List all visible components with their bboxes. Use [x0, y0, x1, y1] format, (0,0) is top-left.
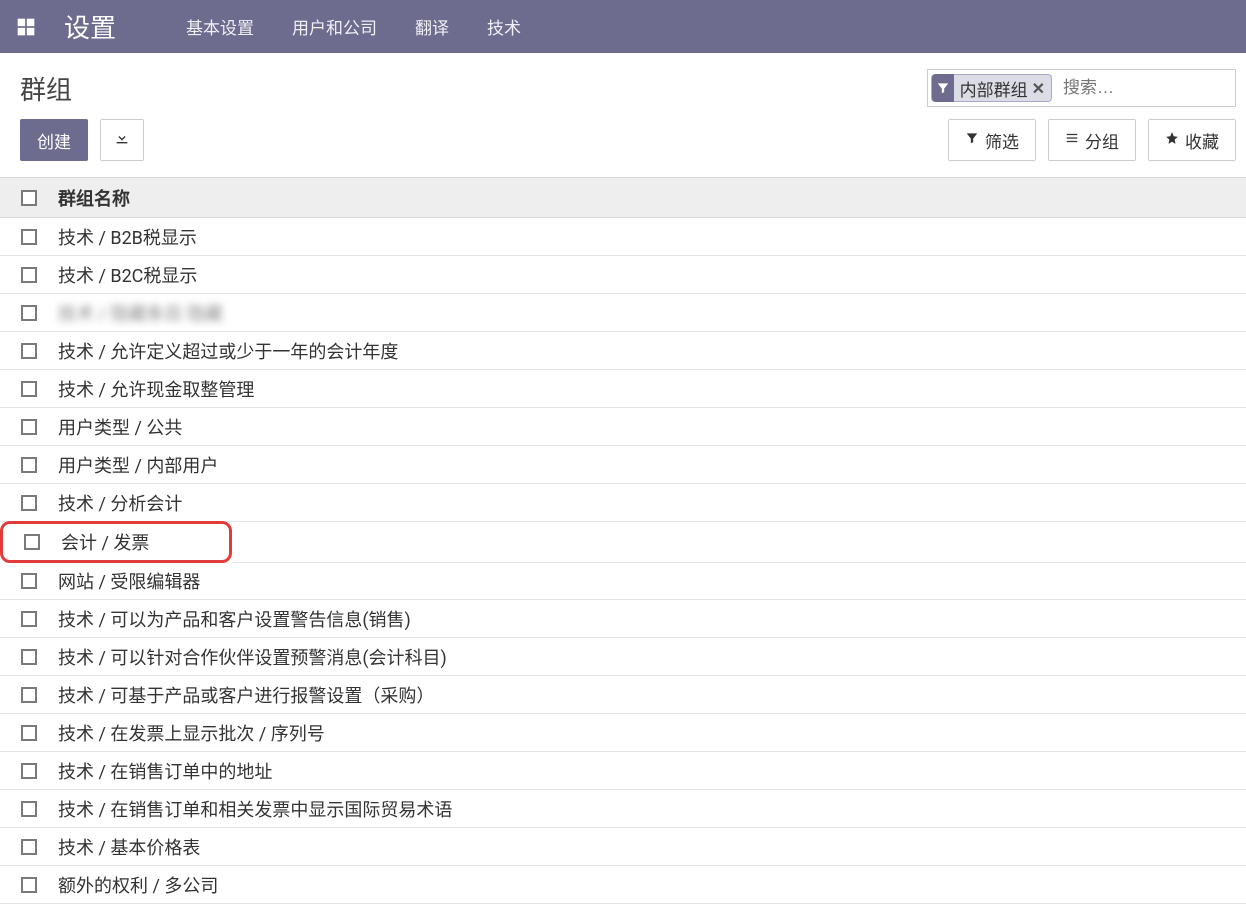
row-checkbox[interactable] [21, 495, 37, 511]
row-name[interactable]: 会计 / 发票 [61, 529, 149, 555]
column-header-name[interactable]: 群组名称 [58, 185, 130, 211]
row-checkbox[interactable] [21, 419, 37, 435]
row-name[interactable]: 技术 / 允许现金取整管理 [58, 376, 254, 402]
table-body: 技术 / B2B税显示技术 / B2C税显示技术 / 隐藏条目 隐藏技术 / 允… [0, 218, 1246, 904]
table-row[interactable]: 技术 / 在销售订单和相关发票中显示国际贸易术语 [0, 790, 1246, 828]
row-checkbox[interactable] [21, 573, 37, 589]
row-name[interactable]: 技术 / 在发票上显示批次 / 序列号 [58, 720, 325, 746]
topbar: 设置 基本设置 用户和公司 翻译 技术 [0, 0, 1246, 53]
select-all-checkbox[interactable] [21, 190, 37, 206]
nav-item-basic-settings[interactable]: 基本设置 [186, 14, 254, 39]
filter-icon [965, 130, 979, 150]
page-title: 群组 [20, 70, 72, 107]
download-icon [114, 130, 130, 151]
table-row[interactable]: 技术 / 允许定义超过或少于一年的会计年度 [0, 332, 1246, 370]
nav-item-users-companies[interactable]: 用户和公司 [292, 14, 377, 39]
row-checkbox[interactable] [21, 839, 37, 855]
table-row[interactable]: 技术 / 基本价格表 [0, 828, 1246, 866]
download-button[interactable] [100, 119, 144, 161]
table-row[interactable]: 技术 / 在销售订单中的地址 [0, 752, 1246, 790]
table-header: 群组名称 [0, 178, 1246, 218]
app-title: 设置 [64, 8, 116, 45]
row-name[interactable]: 技术 / 在销售订单中的地址 [58, 758, 272, 784]
row-checkbox[interactable] [21, 267, 37, 283]
row-checkbox[interactable] [21, 457, 37, 473]
apps-icon[interactable] [16, 17, 36, 37]
table-row[interactable]: 会计 / 发票 [0, 521, 232, 563]
favorite-button-label: 收藏 [1185, 128, 1219, 153]
filter-icon [932, 74, 954, 102]
nav-item-translations[interactable]: 翻译 [415, 14, 449, 39]
row-checkbox[interactable] [21, 877, 37, 893]
searchbar: 内部群组 ✕ [927, 69, 1236, 107]
subheader: 群组 内部群组 ✕ [0, 53, 1246, 113]
row-checkbox[interactable] [21, 229, 37, 245]
row-name[interactable]: 技术 / 在销售订单和相关发票中显示国际贸易术语 [58, 796, 452, 822]
table-row[interactable]: 用户类型 / 内部用户 [0, 446, 1246, 484]
row-checkbox[interactable] [24, 534, 40, 550]
row-name[interactable]: 网站 / 受限编辑器 [58, 568, 200, 594]
create-button[interactable]: 创建 [20, 119, 88, 161]
close-icon[interactable]: ✕ [1032, 79, 1045, 98]
list-icon [1065, 130, 1079, 150]
table-row[interactable]: 技术 / 可基于产品或客户进行报警设置（采购） [0, 676, 1246, 714]
filter-chip-internal-groups[interactable]: 内部群组 ✕ [931, 74, 1052, 102]
table-row[interactable]: 技术 / B2C税显示 [0, 256, 1246, 294]
group-button[interactable]: 分组 [1048, 119, 1136, 161]
search-input[interactable] [1055, 74, 1235, 102]
row-checkbox[interactable] [21, 611, 37, 627]
actionbar: 创建 筛选 分组 收藏 [0, 113, 1246, 177]
row-checkbox[interactable] [21, 801, 37, 817]
table-row[interactable]: 技术 / 在发票上显示批次 / 序列号 [0, 714, 1246, 752]
table-row[interactable]: 技术 / 可以为产品和客户设置警告信息(销售) [0, 600, 1246, 638]
row-name[interactable]: 技术 / 允许定义超过或少于一年的会计年度 [58, 338, 398, 364]
row-name[interactable]: 技术 / B2B税显示 [58, 224, 197, 250]
row-name[interactable]: 用户类型 / 内部用户 [58, 452, 218, 478]
row-checkbox[interactable] [21, 725, 37, 741]
row-name[interactable]: 技术 / 可以针对合作伙伴设置预警消息(会计科目) [58, 644, 447, 670]
filter-button-label: 筛选 [985, 128, 1019, 153]
table-row[interactable]: 技术 / 分析会计 [0, 484, 1246, 522]
table-row[interactable]: 技术 / 隐藏条目 隐藏 [0, 294, 1246, 332]
row-checkbox[interactable] [21, 763, 37, 779]
table-row[interactable]: 用户类型 / 公共 [0, 408, 1246, 446]
nav-item-technical[interactable]: 技术 [487, 14, 521, 39]
table-row[interactable]: 网站 / 受限编辑器 [0, 562, 1246, 600]
group-button-label: 分组 [1085, 128, 1119, 153]
row-checkbox[interactable] [21, 343, 37, 359]
table-row[interactable]: 技术 / 允许现金取整管理 [0, 370, 1246, 408]
row-name[interactable]: 技术 / B2C税显示 [58, 262, 197, 288]
filter-chip-label: 内部群组 [960, 76, 1028, 101]
row-name[interactable]: 用户类型 / 公共 [58, 414, 182, 440]
row-name[interactable]: 额外的权利 / 多公司 [58, 872, 218, 898]
row-checkbox[interactable] [21, 305, 37, 321]
table-row[interactable]: 额外的权利 / 多公司 [0, 866, 1246, 904]
table-row[interactable]: 技术 / B2B税显示 [0, 218, 1246, 256]
table: 群组名称 技术 / B2B税显示技术 / B2C税显示技术 / 隐藏条目 隐藏技… [0, 177, 1246, 904]
star-icon [1165, 130, 1179, 150]
row-name[interactable]: 技术 / 隐藏条目 隐藏 [58, 300, 223, 326]
row-checkbox[interactable] [21, 687, 37, 703]
favorite-button[interactable]: 收藏 [1148, 119, 1236, 161]
row-name[interactable]: 技术 / 基本价格表 [58, 834, 200, 860]
row-checkbox[interactable] [21, 649, 37, 665]
row-name[interactable]: 技术 / 分析会计 [58, 490, 182, 516]
row-name[interactable]: 技术 / 可以为产品和客户设置警告信息(销售) [58, 606, 411, 632]
row-name[interactable]: 技术 / 可基于产品或客户进行报警设置（采购） [58, 682, 434, 708]
table-row[interactable]: 技术 / 可以针对合作伙伴设置预警消息(会计科目) [0, 638, 1246, 676]
row-checkbox[interactable] [21, 381, 37, 397]
filter-button[interactable]: 筛选 [948, 119, 1036, 161]
